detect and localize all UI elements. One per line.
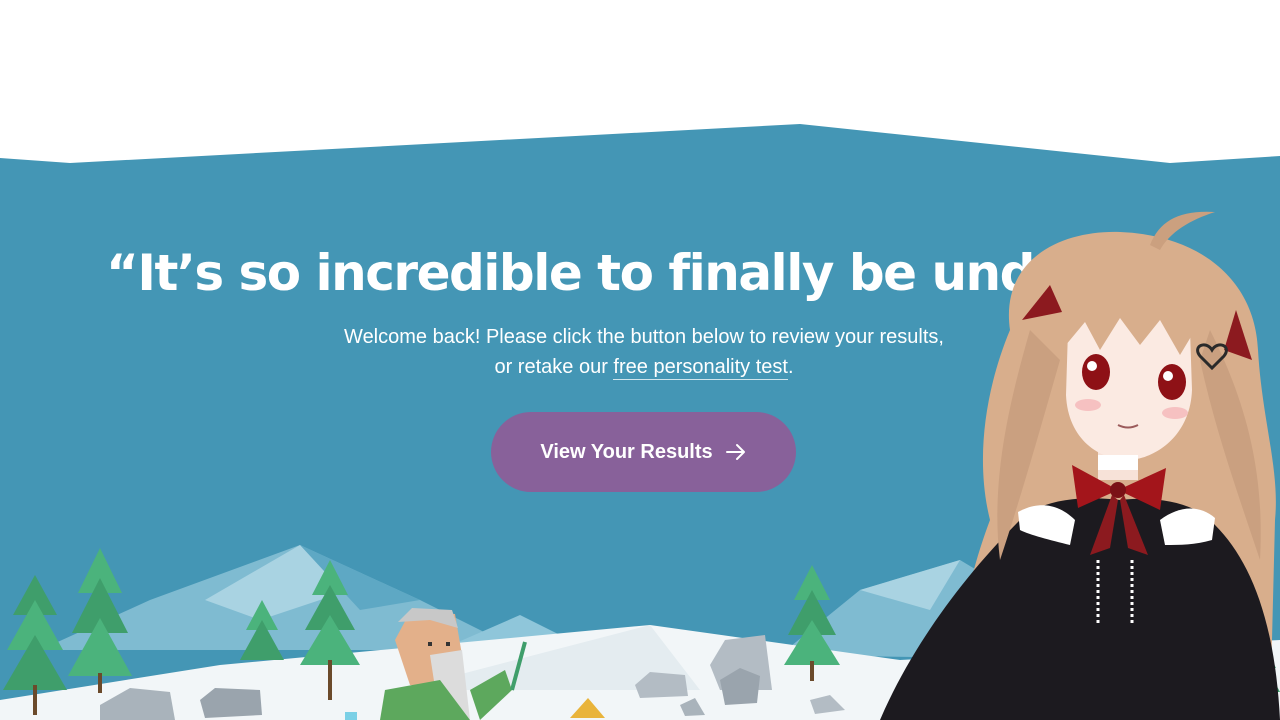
subtext-line-1: Welcome back! Please click the button be… [344, 326, 944, 348]
hero-headline: “It’s so incredible to finally be unders… [106, 244, 1142, 302]
cta-label: View Your Results [540, 440, 713, 463]
free-personality-test-link[interactable]: free personality test [613, 356, 788, 380]
subtext-line-2-suffix: . [787, 356, 794, 378]
view-your-results-button[interactable]: View Your Results [491, 412, 796, 492]
hero-subtext: Welcome back! Please click the button be… [0, 322, 1280, 382]
subtext-line-2-prefix: or retake our [494, 356, 614, 378]
arrow-right-icon [725, 441, 747, 463]
